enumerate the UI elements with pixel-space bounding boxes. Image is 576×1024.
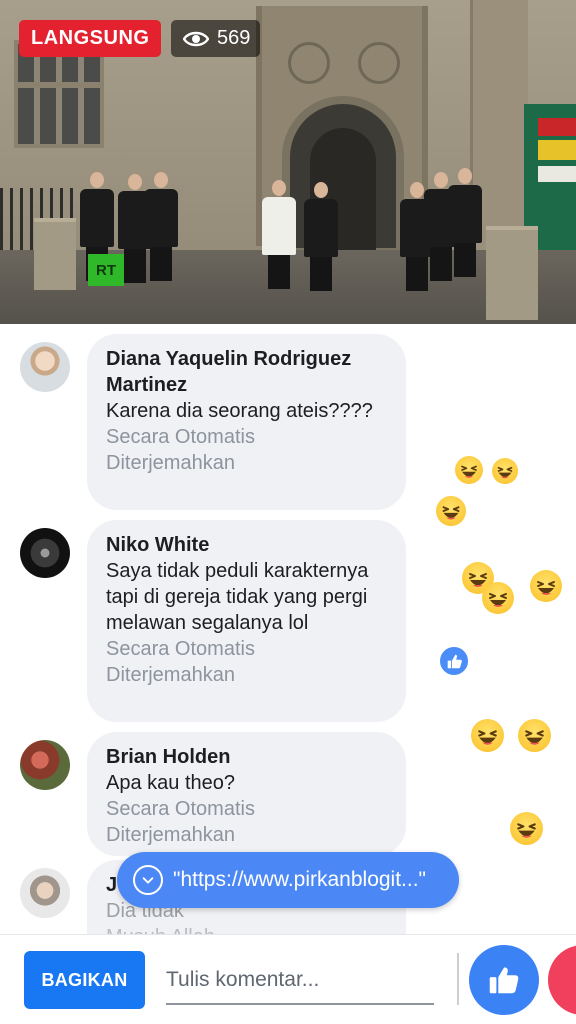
chevron-down-icon <box>133 865 163 895</box>
comment-text: Apa kau theo? <box>106 772 235 794</box>
comment-list[interactable]: Diana Yaquelin Rodriguez Martinez Karena… <box>0 324 576 934</box>
thumbs-up-icon <box>489 967 519 994</box>
avatar[interactable] <box>20 342 70 392</box>
comment-input[interactable] <box>166 957 434 1005</box>
comment-text: Musuh Allah <box>106 924 388 934</box>
haha-reaction-icon <box>482 582 514 614</box>
haha-reaction-icon <box>492 458 518 484</box>
comment-item: Brian Holden Apa kau theo? Secara Otomat… <box>0 722 420 856</box>
video-rose-ornament <box>358 42 400 84</box>
comment-author[interactable]: Niko White <box>106 532 388 558</box>
live-video-screen: RT LANGSUNG 569 Diana Yaquelin Rodriguez… <box>0 0 576 1024</box>
share-button[interactable]: BAGIKAN <box>24 951 145 1009</box>
divider <box>457 953 459 1005</box>
video-sign-yellow <box>538 140 576 160</box>
live-badge: LANGSUNG <box>19 20 162 57</box>
video-rose-ornament <box>288 42 330 84</box>
comment-bubble[interactable]: Diana Yaquelin Rodriguez Martinez Karena… <box>87 334 406 510</box>
video-bollard <box>34 218 76 290</box>
love-reaction-icon[interactable] <box>548 945 576 1015</box>
channel-logo: RT <box>88 254 124 286</box>
link-pill-text: "https://www.pirkanblogit..." <box>173 868 427 891</box>
comment-text: Karena dia seorang ateis???? <box>106 400 373 422</box>
auto-translated-label[interactable]: Secara Otomatis Diterjemahkan <box>106 796 388 848</box>
auto-translated-label[interactable]: Secara Otomatis Diterjemahkan <box>106 424 388 476</box>
haha-reaction-icon <box>510 812 543 845</box>
haha-reaction-icon <box>530 570 562 602</box>
haha-reaction-icon <box>436 496 466 526</box>
video-person <box>448 168 482 277</box>
comment-item: Niko White Saya tidak peduli karakternya… <box>0 510 420 724</box>
video-person <box>304 182 338 291</box>
haha-reaction-icon <box>518 719 551 752</box>
viewer-count-badge: 569 <box>171 20 261 57</box>
live-video-player[interactable]: RT LANGSUNG 569 <box>0 0 576 324</box>
thumbs-up-icon <box>438 645 470 677</box>
comment-author[interactable]: Diana Yaquelin Rodriguez Martinez <box>106 346 388 398</box>
comment-bubble[interactable]: Niko White Saya tidak peduli karakternya… <box>87 520 406 722</box>
video-person <box>262 180 296 289</box>
avatar[interactable] <box>20 740 70 790</box>
video-person <box>144 172 178 281</box>
new-comment-link-pill[interactable]: "https://www.pirkanblogit..." <box>117 852 459 908</box>
comment-text: Saya tidak peduli karakternya tapi di ge… <box>106 560 369 634</box>
video-sign-red <box>538 118 576 136</box>
video-bollard <box>486 226 538 320</box>
avatar[interactable] <box>20 528 70 578</box>
like-button[interactable] <box>469 945 539 1015</box>
viewer-count: 569 <box>217 27 251 49</box>
auto-translated-label[interactable]: Secara Otomatis Diterjemahkan <box>106 636 388 688</box>
comment-bubble[interactable]: Brian Holden Apa kau theo? Secara Otomat… <box>87 732 406 856</box>
bottom-action-bar: BAGIKAN <box>0 934 576 1024</box>
comment-item: Diana Yaquelin Rodriguez Martinez Karena… <box>0 324 420 520</box>
video-sign-white <box>538 166 576 182</box>
avatar[interactable] <box>20 868 70 918</box>
haha-reaction-icon <box>455 456 483 484</box>
eye-icon <box>182 30 210 48</box>
haha-reaction-icon <box>471 719 504 752</box>
comment-author[interactable]: Brian Holden <box>106 744 388 770</box>
